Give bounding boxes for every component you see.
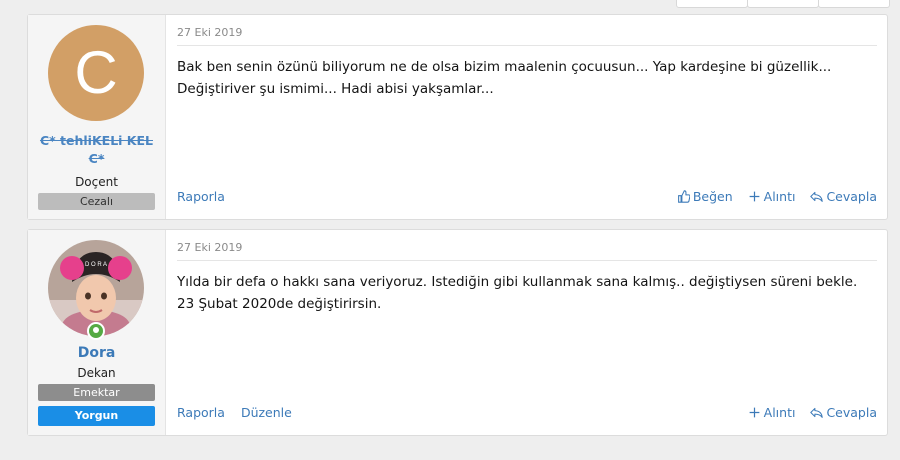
quote-label: Alıntı [763,189,796,204]
reply-button[interactable]: Cevapla [810,405,877,420]
user-banner-yorgun: Yorgun [38,406,155,426]
post-body-line: 23 Şubat 2020de değiştirirsin. [177,296,382,312]
report-link[interactable]: Raporla [177,405,225,420]
thumbs-up-icon [677,190,690,203]
user-banner-cezali: Cezalı [38,193,155,210]
post-content: 27 Eki 2019 Yılda bir defa o hakkı sana … [165,230,887,435]
post-body-line: Bak ben senin özünü biliyorum ne de olsa… [177,59,832,75]
reply-label: Cevapla [826,405,877,420]
user-banner-emektar: Emektar [38,384,155,401]
avatar[interactable]: C [48,25,144,121]
post-content: 27 Eki 2019 Bak ben senin özünü biliyoru… [165,15,887,219]
username[interactable]: Dora [32,344,161,362]
quote-button[interactable]: Alıntı [748,189,796,204]
edit-link[interactable]: Düzenle [241,405,292,420]
post-body: Bak ben senin özünü biliyorum ne de olsa… [177,56,867,100]
post-body-line: Yılda bir defa o hakkı sana veriyoruz. I… [177,274,858,290]
divider [177,260,877,261]
user-title: Dekan [77,366,116,380]
reply-label: Cevapla [826,189,877,204]
svg-text:D O R A: D O R A [85,262,107,268]
top-tab-strip [676,0,890,8]
post-user-info: C C* tehliKELi KEL C* Doçent Cezalı [28,15,166,219]
post-body-line: Değiştiriver şu ismimi... Hadi abisi yak… [177,81,494,97]
reply-button[interactable]: Cevapla [810,189,877,204]
post-footer: Raporla Düzenle Alıntı Cevapla [177,405,877,421]
post-date[interactable]: 27 Eki 2019 [177,26,242,39]
reply-icon [810,191,824,202]
quote-button[interactable]: Alıntı [748,405,796,420]
like-label: Beğen [692,189,733,204]
plus-icon [749,191,760,202]
online-status-icon [87,322,105,340]
report-link[interactable]: Raporla [177,189,225,204]
post-date[interactable]: 27 Eki 2019 [177,241,242,254]
post-body: Yılda bir defa o hakkı sana veriyoruz. I… [177,271,867,315]
top-tab[interactable] [818,0,890,8]
reply-icon [810,407,824,418]
top-tab[interactable] [747,0,819,8]
top-tab[interactable] [676,0,748,8]
post: C C* tehliKELi KEL C* Doçent Cezalı 27 E… [27,14,888,220]
post: D O R A Dora Dekan Emektar Yorgun 27 Eki… [27,229,888,436]
plus-icon [749,407,760,418]
like-button[interactable]: Beğen [677,189,733,204]
quote-label: Alıntı [763,405,796,420]
username[interactable]: C* tehliKELi KEL C* [32,132,161,168]
divider [177,45,877,46]
user-title: Doçent [75,175,118,189]
post-footer: Raporla Beğen Alıntı Cevapla [177,189,877,205]
post-user-info: D O R A Dora Dekan Emektar Yorgun [28,230,166,435]
